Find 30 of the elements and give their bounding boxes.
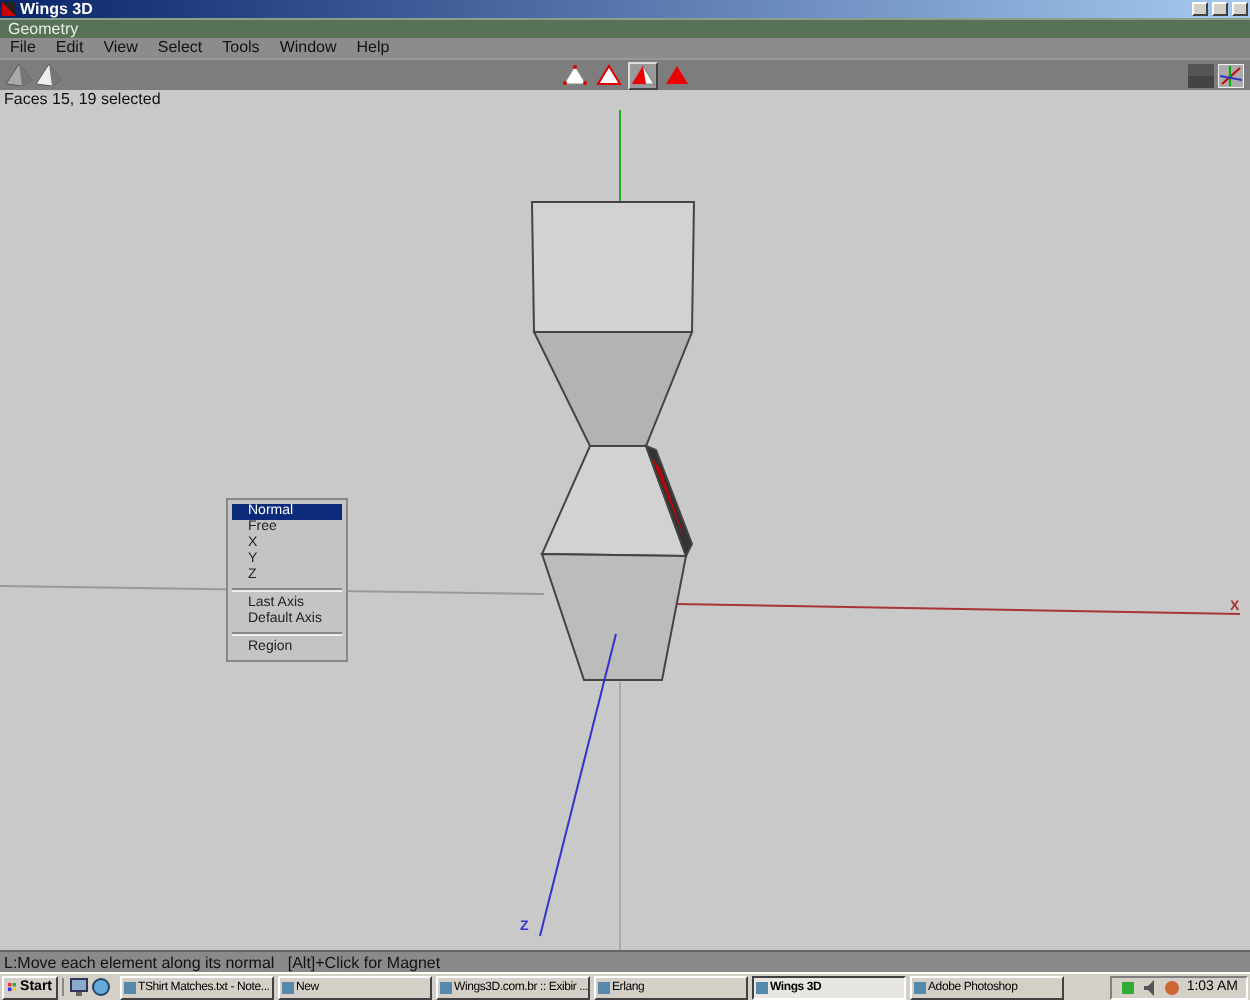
app-icon	[124, 981, 136, 993]
speaker-icon[interactable]	[1142, 979, 1159, 995]
menu-item[interactable]: Select	[147, 38, 213, 58]
window-title: Wings 3D	[20, 0, 95, 18]
menu-item[interactable]: File	[0, 38, 46, 58]
selection-info: Faces 15, 19 selected	[0, 90, 1250, 110]
close-button[interactable]	[1232, 2, 1248, 16]
restore-button[interactable]	[1212, 2, 1228, 16]
app-icon	[598, 981, 610, 993]
app-icon	[282, 981, 294, 993]
browser-icon[interactable]	[92, 978, 110, 996]
selection-mode-button[interactable]	[627, 61, 657, 89]
app-icon	[440, 981, 452, 993]
menu-item[interactable]: View	[93, 38, 148, 58]
selection-mode-button[interactable]	[559, 61, 589, 89]
axes-icon[interactable]	[1218, 63, 1244, 87]
y-axis-line	[619, 110, 621, 203]
minimize-button[interactable]	[1192, 2, 1208, 16]
panel-title: Geometry	[0, 18, 1250, 38]
menu-item[interactable]: Help	[346, 38, 400, 58]
app-icon	[756, 981, 768, 993]
status-bar: L:Move each element along its normal [Alt]+Click for Magnet	[0, 950, 1250, 972]
app-icon	[914, 981, 926, 993]
windows-logo-icon	[8, 980, 17, 994]
app-icon	[2, 2, 16, 16]
menu-item[interactable]: Edit	[45, 38, 94, 58]
selection-mode-button[interactable]	[593, 61, 623, 89]
desktop-icon[interactable]	[70, 978, 88, 996]
menu-item[interactable]: Window	[269, 38, 347, 58]
menu-item[interactable]: Tools	[212, 38, 270, 58]
